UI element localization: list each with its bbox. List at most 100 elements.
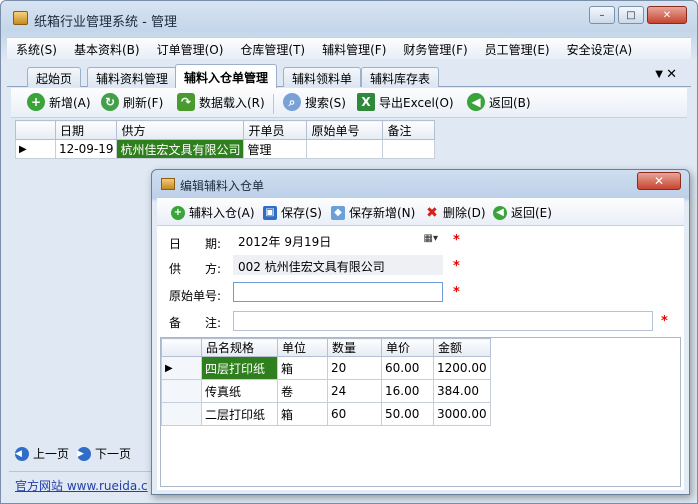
cell-price[interactable]: 60.00 xyxy=(381,356,434,380)
cell-clerk[interactable]: 管理 xyxy=(243,139,308,159)
cell-qty[interactable]: 60 xyxy=(327,402,382,426)
menu-bar: 系统(S) 基本资料(B) 订单管理(O) 仓库管理(T) 辅料管理(F) 财务… xyxy=(7,37,691,59)
edit-inbound-dialog: 编辑辅料入仓单 ✕ + 辅料入仓(A) ▣ 保存(S) ◆ 保存新增(N) ✖ xyxy=(151,169,690,495)
cell-item-name[interactable]: 二层打印纸 xyxy=(201,402,278,426)
required-marker: * xyxy=(453,233,460,248)
tab-material-inbound[interactable]: 辅料入仓单管理 xyxy=(175,64,278,88)
cell-qty[interactable]: 20 xyxy=(327,356,382,380)
close-button[interactable]: ✕ xyxy=(647,6,687,24)
title-bar: 纸箱行业管理系统 - 管理 – □ ✕ xyxy=(1,1,697,35)
prev-page-icon: ◀ xyxy=(15,446,29,461)
column-header-item-name[interactable]: 品名规格 xyxy=(201,338,278,357)
orig-no-label: 原始单号: xyxy=(169,289,222,303)
note-label: 备 注: xyxy=(169,316,222,330)
cell-amount[interactable]: 1200.00 xyxy=(433,356,491,380)
load-icon: ↷ xyxy=(177,93,195,111)
tab-close-icon[interactable]: ✕ xyxy=(666,67,677,82)
dialog-icon xyxy=(161,178,175,190)
menu-security[interactable]: 安全设定(A) xyxy=(558,38,641,59)
save-button[interactable]: ▣ 保存(S) xyxy=(263,204,322,221)
dialog-title: 编辑辅料入仓单 xyxy=(180,179,265,193)
load-data-button[interactable]: ↷ 数据载入(R) xyxy=(177,93,265,111)
cell-price[interactable]: 50.00 xyxy=(381,402,434,426)
cell-date[interactable]: 12-09-19 xyxy=(54,139,118,159)
website-link[interactable]: 官方网站 www.rueida.c xyxy=(15,477,148,494)
table-row[interactable]: 二层打印纸 箱 60 50.00 3000.00 xyxy=(161,402,491,426)
required-marker: * xyxy=(453,285,460,300)
tab-list-arrow-icon[interactable]: ▼ xyxy=(655,69,663,80)
main-toolbar: + 新增(A) ↻ 刷新(F) ↷ 数据载入(R) ⌕ 搜索(S) X 导出Ex… xyxy=(11,88,687,118)
next-page-icon: ▶ xyxy=(77,446,92,461)
row-marker-icon: ▶ xyxy=(161,356,202,380)
orig-no-input[interactable] xyxy=(233,282,443,302)
prev-page-button[interactable]: ◀ 上一页 xyxy=(15,445,69,462)
note-input[interactable] xyxy=(233,311,653,331)
tab-material-data[interactable]: 辅料资料管理 xyxy=(87,67,178,87)
column-header-qty[interactable]: 数量 xyxy=(327,338,382,357)
column-header-clerk[interactable]: 开单员 xyxy=(243,120,308,140)
cell-unit[interactable]: 箱 xyxy=(277,356,328,380)
menu-orders[interactable]: 订单管理(O) xyxy=(148,38,232,59)
date-picker[interactable]: 2012年 9月19日 ▦▾ xyxy=(233,230,443,250)
menu-materials[interactable]: 辅料管理(F) xyxy=(313,38,394,59)
delete-button[interactable]: ✖ 删除(D) xyxy=(425,204,485,221)
cell-unit[interactable]: 卷 xyxy=(277,379,328,403)
main-window: 纸箱行业管理系统 - 管理 – □ ✕ 系统(S) 基本资料(B) 订单管理(O… xyxy=(0,0,698,504)
tab-start[interactable]: 起始页 xyxy=(27,67,82,87)
search-icon: ⌕ xyxy=(283,93,301,111)
add-item-button[interactable]: + 辅料入仓(A) xyxy=(171,204,255,221)
pager: ◀ 上一页 ▶ 下一页 xyxy=(15,445,131,462)
dialog-close-button[interactable]: ✕ xyxy=(637,172,681,190)
menu-staff[interactable]: 员工管理(E) xyxy=(476,38,558,59)
cell-item-name[interactable]: 传真纸 xyxy=(201,379,278,403)
window-title: 纸箱行业管理系统 - 管理 xyxy=(34,15,177,30)
menu-finance[interactable]: 财务管理(F) xyxy=(394,38,475,59)
column-header-note[interactable]: 备注 xyxy=(382,120,436,140)
tab-bar: 起始页 辅料资料管理 辅料入仓单管理 辅料领料单 辅料库存表 ▼ ✕ xyxy=(7,63,691,88)
cell-item-name[interactable]: 四层打印纸 xyxy=(201,356,278,380)
column-header-price[interactable]: 单价 xyxy=(381,338,434,357)
back-button[interactable]: ◀ 返回(B) xyxy=(467,93,531,111)
supplier-label: 供 方: xyxy=(169,262,222,276)
inbound-list-table: 日期 供方 开单员 原始单号 备注 ▶ 12-09-19 杭州佳宏文具有限公司 … xyxy=(15,120,436,159)
table-row[interactable]: ▶ 四层打印纸 箱 20 60.00 1200.00 xyxy=(161,356,491,380)
cell-amount[interactable]: 384.00 xyxy=(433,379,491,403)
table-row[interactable]: ▶ 12-09-19 杭州佳宏文具有限公司 管理 xyxy=(15,139,436,159)
dialog-body: + 辅料入仓(A) ▣ 保存(S) ◆ 保存新增(N) ✖ 删除(D) ◀ 返回… xyxy=(157,198,684,490)
cell-unit[interactable]: 箱 xyxy=(277,402,328,426)
save-new-button[interactable]: ◆ 保存新增(N) xyxy=(331,204,415,221)
dialog-back-button[interactable]: ◀ 返回(E) xyxy=(493,204,552,221)
tab-material-stock[interactable]: 辅料库存表 xyxy=(361,67,440,87)
cell-supplier[interactable]: 杭州佳宏文具有限公司 xyxy=(116,139,245,159)
table-row[interactable]: 传真纸 卷 24 16.00 384.00 xyxy=(161,379,491,403)
cell-qty[interactable]: 24 xyxy=(327,379,382,403)
menu-system[interactable]: 系统(S) xyxy=(7,38,65,59)
column-header-orig-no[interactable]: 原始单号 xyxy=(306,120,384,140)
export-excel-button[interactable]: X 导出Excel(O) xyxy=(357,93,454,111)
app-icon xyxy=(13,11,28,25)
row-marker-icon: ▶ xyxy=(15,139,56,159)
save-new-icon: ◆ xyxy=(331,205,345,220)
calendar-dropdown-icon[interactable]: ▦▾ xyxy=(424,233,438,244)
refresh-button[interactable]: ↻ 刷新(F) xyxy=(101,93,163,111)
menu-basic-data[interactable]: 基本资料(B) xyxy=(65,38,148,59)
cell-price[interactable]: 16.00 xyxy=(381,379,434,403)
excel-icon: X xyxy=(357,93,375,111)
cell-amount[interactable]: 3000.00 xyxy=(433,402,491,426)
tab-material-requisition[interactable]: 辅料领料单 xyxy=(283,67,362,87)
menu-warehouse[interactable]: 仓库管理(T) xyxy=(231,38,313,59)
cell-orig-no[interactable] xyxy=(306,139,384,159)
delete-icon: ✖ xyxy=(426,204,438,221)
column-header-amount[interactable]: 金额 xyxy=(433,338,491,357)
add-button[interactable]: + 新增(A) xyxy=(27,93,91,111)
column-header-supplier[interactable]: 供方 xyxy=(116,120,245,140)
column-header-unit[interactable]: 单位 xyxy=(277,338,328,357)
cell-note[interactable] xyxy=(382,139,436,159)
minimize-button[interactable]: – xyxy=(589,6,615,24)
supplier-field[interactable]: 002 杭州佳宏文具有限公司 xyxy=(233,255,443,275)
column-header-date[interactable]: 日期 xyxy=(54,120,118,140)
search-button[interactable]: ⌕ 搜索(S) xyxy=(283,93,346,111)
next-page-button[interactable]: ▶ 下一页 xyxy=(77,445,131,462)
required-marker: * xyxy=(661,314,668,329)
maximize-button[interactable]: □ xyxy=(618,6,644,24)
